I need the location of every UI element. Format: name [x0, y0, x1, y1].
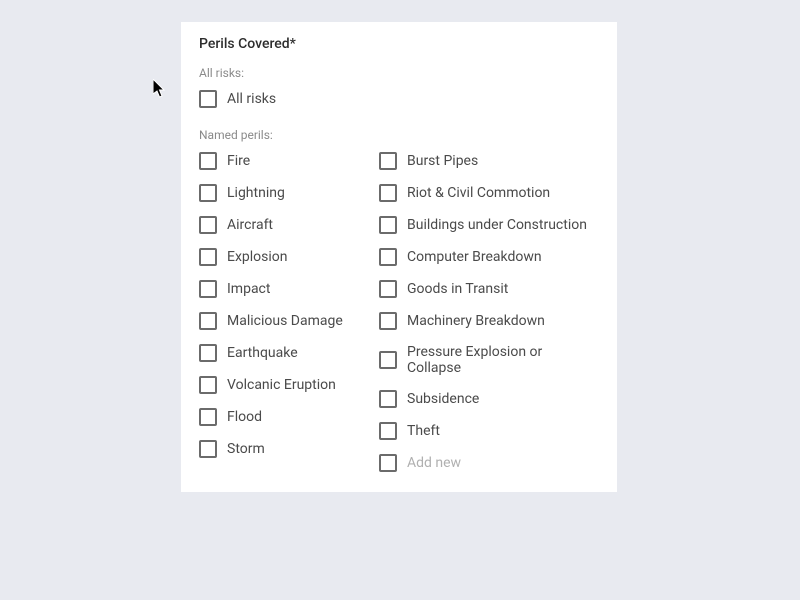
checkbox-fire[interactable]: [199, 152, 217, 170]
all-risks-heading: All risks:: [199, 66, 599, 80]
label-riot-civil-commotion: Riot & Civil Commotion: [407, 185, 550, 201]
mouse-cursor-icon: [153, 79, 167, 99]
checkbox-riot-civil-commotion[interactable]: [379, 184, 397, 202]
label-pressure-explosion-collapse: Pressure Explosion or Collapse: [407, 344, 599, 376]
row-fire: Fire: [199, 152, 379, 170]
checkbox-lightning[interactable]: [199, 184, 217, 202]
named-perils-col-right: Burst Pipes Riot & Civil Commotion Build…: [379, 152, 599, 472]
row-burst-pipes: Burst Pipes: [379, 152, 599, 170]
label-volcanic-eruption: Volcanic Eruption: [227, 377, 336, 393]
label-storm: Storm: [227, 441, 265, 457]
label-fire: Fire: [227, 153, 250, 169]
row-subsidence: Subsidence: [379, 390, 599, 408]
row-machinery-breakdown: Machinery Breakdown: [379, 312, 599, 330]
checkbox-computer-breakdown[interactable]: [379, 248, 397, 266]
named-perils-columns: Fire Lightning Aircraft Explosion Impact…: [199, 152, 599, 472]
row-pressure-explosion-collapse: Pressure Explosion or Collapse: [379, 344, 599, 376]
row-buildings-under-construction: Buildings under Construction: [379, 216, 599, 234]
checkbox-explosion[interactable]: [199, 248, 217, 266]
checkbox-burst-pipes[interactable]: [379, 152, 397, 170]
label-subsidence: Subsidence: [407, 391, 479, 407]
checkbox-pressure-explosion-collapse[interactable]: [379, 351, 397, 369]
label-add-new: Add new: [407, 455, 461, 471]
checkbox-goods-in-transit[interactable]: [379, 280, 397, 298]
checkbox-malicious-damage[interactable]: [199, 312, 217, 330]
row-impact: Impact: [199, 280, 379, 298]
label-earthquake: Earthquake: [227, 345, 298, 361]
row-earthquake: Earthquake: [199, 344, 379, 362]
row-aircraft: Aircraft: [199, 216, 379, 234]
label-all-risks: All risks: [227, 91, 276, 107]
named-perils-heading: Named perils:: [199, 128, 599, 142]
row-riot-civil-commotion: Riot & Civil Commotion: [379, 184, 599, 202]
checkbox-add-new[interactable]: [379, 454, 397, 472]
row-explosion: Explosion: [199, 248, 379, 266]
card-title: Perils Covered*: [199, 36, 599, 52]
row-malicious-damage: Malicious Damage: [199, 312, 379, 330]
label-goods-in-transit: Goods in Transit: [407, 281, 508, 297]
checkbox-flood[interactable]: [199, 408, 217, 426]
label-buildings-under-construction: Buildings under Construction: [407, 217, 587, 233]
row-lightning: Lightning: [199, 184, 379, 202]
label-explosion: Explosion: [227, 249, 288, 265]
row-volcanic-eruption: Volcanic Eruption: [199, 376, 379, 394]
row-storm: Storm: [199, 440, 379, 458]
label-flood: Flood: [227, 409, 262, 425]
label-theft: Theft: [407, 423, 440, 439]
checkbox-impact[interactable]: [199, 280, 217, 298]
checkbox-theft[interactable]: [379, 422, 397, 440]
checkbox-storm[interactable]: [199, 440, 217, 458]
row-flood: Flood: [199, 408, 379, 426]
row-theft: Theft: [379, 422, 599, 440]
row-all-risks: All risks: [199, 90, 599, 108]
checkbox-machinery-breakdown[interactable]: [379, 312, 397, 330]
row-computer-breakdown: Computer Breakdown: [379, 248, 599, 266]
label-burst-pipes: Burst Pipes: [407, 153, 478, 169]
perils-covered-card: Perils Covered* All risks: All risks Nam…: [181, 22, 617, 492]
checkbox-buildings-under-construction[interactable]: [379, 216, 397, 234]
label-computer-breakdown: Computer Breakdown: [407, 249, 542, 265]
label-machinery-breakdown: Machinery Breakdown: [407, 313, 545, 329]
label-impact: Impact: [227, 281, 270, 297]
label-aircraft: Aircraft: [227, 217, 273, 233]
checkbox-aircraft[interactable]: [199, 216, 217, 234]
checkbox-all-risks[interactable]: [199, 90, 217, 108]
row-add-new[interactable]: Add new: [379, 454, 599, 472]
label-lightning: Lightning: [227, 185, 285, 201]
checkbox-earthquake[interactable]: [199, 344, 217, 362]
row-goods-in-transit: Goods in Transit: [379, 280, 599, 298]
checkbox-volcanic-eruption[interactable]: [199, 376, 217, 394]
named-perils-col-left: Fire Lightning Aircraft Explosion Impact…: [199, 152, 379, 472]
checkbox-subsidence[interactable]: [379, 390, 397, 408]
label-malicious-damage: Malicious Damage: [227, 313, 343, 329]
